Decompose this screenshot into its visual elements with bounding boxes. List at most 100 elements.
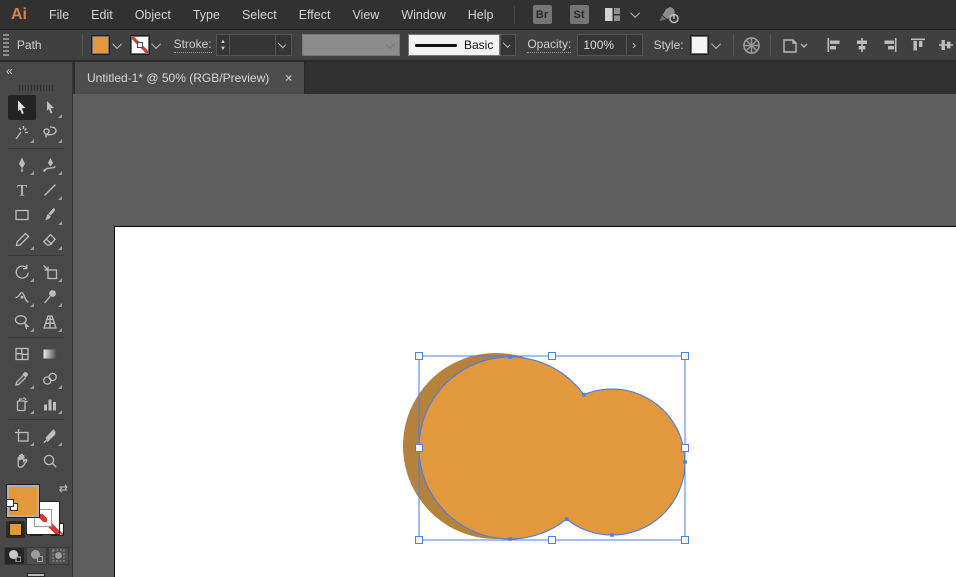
shape-builder-tool[interactable]	[8, 309, 36, 334]
horizontal-align-right-icon[interactable]	[880, 35, 900, 55]
scale-tool[interactable]	[36, 259, 64, 284]
align-icons	[824, 35, 956, 55]
separator	[81, 34, 83, 56]
document-tab-strip: Untitled-1* @ 50% (RGB/Preview) ×	[73, 62, 956, 94]
fill-color-swatch[interactable]	[90, 35, 111, 55]
menu-bar: Ai File Edit Object Type Select Effect View Win…	[0, 0, 956, 30]
vertical-align-center-icon[interactable]	[936, 35, 956, 55]
menu-help[interactable]: Help	[457, 0, 505, 30]
mesh-tool[interactable]	[8, 341, 36, 366]
selection-type-label: Path	[16, 38, 42, 52]
blend-tool[interactable]	[36, 366, 64, 391]
shaper-tool[interactable]	[8, 227, 36, 252]
style-swatch[interactable]	[689, 35, 710, 55]
curvature-tool[interactable]	[36, 152, 64, 177]
vertical-align-top-icon[interactable]	[908, 35, 928, 55]
menu-edit[interactable]: Edit	[80, 0, 124, 30]
column-graph-tool[interactable]	[36, 391, 64, 416]
collapse-panel-icon[interactable]: «	[6, 64, 13, 78]
separator	[732, 34, 734, 56]
opacity-label[interactable]: Opacity:	[527, 37, 572, 53]
menu-view[interactable]: View	[341, 0, 390, 30]
fill-swatch-chevron[interactable]	[110, 34, 126, 56]
eyedropper-tool[interactable]	[8, 366, 36, 391]
horizontal-align-left-icon[interactable]	[824, 35, 844, 55]
menubar-separator	[513, 5, 515, 24]
gpu-performance-icon[interactable]	[658, 6, 680, 24]
horizontal-align-center-icon[interactable]	[852, 35, 872, 55]
stroke-label[interactable]: Stroke:	[173, 37, 212, 53]
toolbar-grip[interactable]	[19, 85, 53, 91]
type-tool[interactable]: T	[8, 177, 36, 202]
stock-button[interactable]: St	[569, 5, 589, 24]
zoom-tool[interactable]	[36, 448, 64, 473]
draw-behind-button[interactable]	[25, 546, 47, 565]
menu-object[interactable]: Object	[124, 0, 182, 30]
direct-selection-tool[interactable]	[36, 95, 64, 120]
artboard-tool[interactable]	[8, 423, 36, 448]
brush-definition-chevron[interactable]	[500, 34, 517, 56]
document-tab-title: Untitled-1* @ 50% (RGB/Preview)	[87, 71, 270, 85]
separator	[769, 34, 771, 56]
document-tab[interactable]: Untitled-1* @ 50% (RGB/Preview) ×	[75, 62, 306, 94]
app-logo: Ai	[11, 5, 27, 23]
tools: T	[8, 94, 64, 474]
pen-tool[interactable]	[8, 152, 36, 177]
menu-type[interactable]: Type	[182, 0, 231, 30]
draw-mode-buttons	[3, 546, 69, 565]
svg-text:T: T	[17, 182, 27, 199]
menu-select[interactable]: Select	[231, 0, 288, 30]
lasso-tool[interactable]	[36, 120, 64, 145]
brush-definition-dropdown[interactable]: Basic	[407, 34, 501, 56]
width-tool[interactable]	[8, 284, 36, 309]
perspective-grid-tool[interactable]	[36, 309, 64, 334]
recolor-artwork-icon[interactable]	[742, 35, 762, 55]
toolbar-header: «	[0, 62, 73, 94]
fill-stroke-indicator: ⇄	[4, 482, 68, 535]
slice-tool[interactable]	[36, 423, 64, 448]
style-swatch-chevron[interactable]	[709, 34, 725, 56]
opacity-expand-button[interactable]: ›	[626, 34, 643, 56]
line-segment-tool[interactable]	[36, 177, 64, 202]
document-setup-icon[interactable]	[779, 35, 810, 55]
puppet-warp-tool[interactable]	[36, 284, 64, 309]
opacity-field[interactable]: 100%	[577, 34, 627, 56]
bridge-button[interactable]: Br	[532, 5, 552, 24]
width-profile-dropdown	[301, 34, 400, 56]
tab-close-icon[interactable]: ×	[285, 71, 292, 85]
stroke-width-field[interactable]	[230, 34, 276, 56]
selection-tool[interactable]	[8, 95, 36, 120]
gradient-tool[interactable]	[36, 341, 64, 366]
chevron-down-icon[interactable]	[629, 8, 640, 19]
brush-stroke-preview	[414, 43, 457, 47]
default-fill-stroke-icon[interactable]	[6, 498, 18, 511]
eraser-tool[interactable]	[36, 227, 64, 252]
tools-panel: T ⇄	[0, 94, 73, 577]
draw-inside-button[interactable]	[47, 546, 69, 565]
menu-buttons: Br St	[524, 5, 598, 24]
magic-wand-tool[interactable]	[8, 120, 36, 145]
stroke-width-chevron[interactable]	[275, 34, 292, 56]
symbol-sprayer-tool[interactable]	[8, 391, 36, 416]
pasteboard[interactable]	[73, 94, 956, 577]
screen-mode-button[interactable]	[27, 572, 45, 577]
stroke-swatch-chevron[interactable]	[150, 34, 166, 56]
menu-window[interactable]: Window	[390, 0, 456, 30]
swap-fill-stroke-icon[interactable]: ⇄	[59, 482, 68, 495]
workspace-switcher-icon[interactable]	[604, 7, 621, 22]
rectangle-tool[interactable]	[8, 202, 36, 227]
rotate-tool[interactable]	[8, 259, 36, 284]
paintbrush-tool[interactable]	[36, 202, 64, 227]
stroke-width-stepper[interactable]: ▲ ▼	[215, 34, 231, 56]
stroke-color-swatch[interactable]	[130, 35, 150, 55]
color-mode-button[interactable]	[5, 520, 25, 538]
menu-items: File Edit Object Type Select Effect View Window…	[38, 0, 505, 30]
style-label: Style:	[653, 38, 684, 52]
illustrator-window: Ai File Edit Object Type Select Effect View Win…	[0, 0, 956, 577]
draw-normal-button[interactable]	[3, 546, 25, 565]
menu-effect[interactable]: Effect	[288, 0, 342, 30]
hand-tool[interactable]	[8, 448, 36, 473]
panel-grip[interactable]	[3, 34, 9, 56]
control-bar: Path Stroke: ▲ ▼ Basic Opacity: 100% › St…	[0, 30, 956, 62]
menu-file[interactable]: File	[38, 0, 80, 30]
